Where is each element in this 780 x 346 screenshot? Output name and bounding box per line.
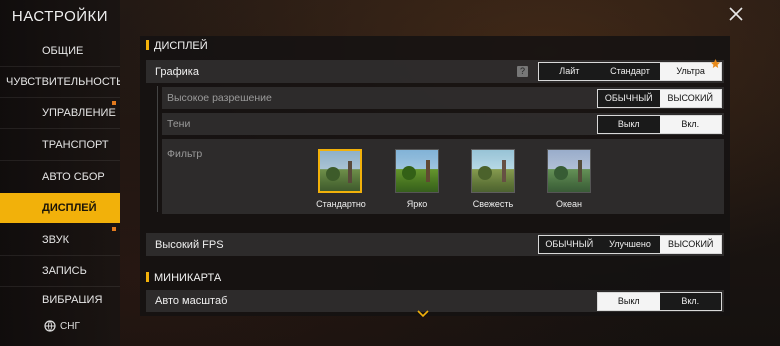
auto-scale-option-off[interactable]: Выкл	[598, 293, 660, 310]
tree-graphic	[402, 166, 416, 180]
section-header-display: ДИСПЛЕЙ	[146, 40, 726, 60]
graphics-option-lite[interactable]: Лайт	[539, 63, 600, 80]
notification-dot	[112, 227, 116, 231]
graphics-label: Графика	[155, 66, 199, 78]
sub-settings-guide	[157, 86, 158, 212]
sidebar-item-vibration[interactable]: ВИБРАЦИЯ	[0, 289, 120, 303]
high-fps-selector: ОБЫЧНЫЙ Улучшено ВЫСОКИЙ	[538, 235, 722, 254]
high-res-option-normal[interactable]: ОБЫЧНЫЙ	[598, 90, 660, 107]
graphics-quality-selector: Лайт Стандарт Ультра	[538, 62, 722, 81]
tower-graphic	[426, 160, 430, 182]
filter-label: Фильтр	[167, 148, 203, 160]
sidebar-item-label: ЗАПИСЬ	[42, 265, 87, 277]
filter-thumb-standard[interactable]	[318, 149, 362, 193]
section-title: ДИСПЛЕЙ	[154, 40, 208, 52]
filter-label-fresh: Свежесть	[472, 199, 514, 209]
sidebar-item-label: АВТО СБОР	[42, 171, 105, 183]
tree-graphic	[554, 166, 568, 180]
high-res-option-high[interactable]: ВЫСОКИЙ	[659, 90, 721, 107]
sidebar-item-label: ОБЩИЕ	[42, 45, 84, 57]
filter-thumb-bright[interactable]	[395, 149, 439, 193]
chevron-down-icon[interactable]	[417, 310, 429, 318]
section-header-minimap: МИНИКАРТА	[146, 272, 726, 292]
fps-option-improved[interactable]: Улучшено	[600, 236, 661, 253]
high-fps-label: Высокий FPS	[155, 239, 224, 251]
region-label: СНГ	[60, 321, 80, 332]
filter-label-bright: Ярко	[406, 199, 428, 209]
high-res-label: Высокое разрешение	[167, 92, 272, 104]
shadows-label: Тени	[167, 118, 191, 130]
auto-scale-option-on[interactable]: Вкл.	[660, 293, 722, 310]
graphics-option-standard[interactable]: Стандарт	[600, 63, 661, 80]
section-title: МИНИКАРТА	[154, 272, 222, 284]
sidebar-item-label: УПРАВЛЕНИЕ	[42, 107, 116, 119]
tree-graphic	[326, 167, 340, 181]
close-icon[interactable]	[726, 4, 746, 24]
sidebar-item-label: ВИБРАЦИЯ	[42, 294, 103, 303]
shadows-toggle: Выкл Вкл.	[597, 115, 722, 134]
shadows-option-on[interactable]: Вкл.	[659, 116, 721, 133]
notification-dot	[112, 101, 116, 105]
tower-graphic	[502, 160, 506, 182]
sidebar-item-label: ЧУВСТВИТЕЛЬНОСТЬ	[6, 76, 120, 88]
fps-option-normal[interactable]: ОБЫЧНЫЙ	[539, 236, 600, 253]
sidebar-item-sound[interactable]: ЗВУК	[0, 225, 120, 255]
section-accent-bar	[146, 272, 149, 282]
sidebar-item-sensitivity[interactable]: ЧУВСТВИТЕЛЬНОСТЬ	[0, 67, 120, 97]
auto-scale-toggle: Выкл Вкл.	[597, 292, 722, 311]
region-selector[interactable]: СНГ	[44, 320, 80, 332]
filter-thumb-fresh[interactable]	[471, 149, 515, 193]
auto-scale-label: Авто масштаб	[155, 295, 228, 307]
tree-graphic	[478, 166, 492, 180]
high-res-selector: ОБЫЧНЫЙ ВЫСОКИЙ	[597, 89, 722, 108]
flame-icon	[711, 59, 720, 68]
help-icon[interactable]: ?	[517, 66, 528, 77]
divider	[0, 128, 120, 129]
filter-thumb-ocean[interactable]	[547, 149, 591, 193]
divider	[0, 286, 120, 287]
globe-icon	[44, 320, 56, 332]
filter-label-standard: Стандартно	[316, 199, 366, 209]
sidebar-item-auto-pickup[interactable]: АВТО СБОР	[0, 162, 120, 192]
shadows-option-off[interactable]: Выкл	[598, 116, 660, 133]
sidebar-item-label: ЗВУК	[42, 234, 70, 246]
settings-sidebar: НАСТРОЙКИ ОБЩИЕ ЧУВСТВИТЕЛЬНОСТЬ УПРАВЛЕ…	[0, 0, 120, 346]
sidebar-item-general[interactable]: ОБЩИЕ	[0, 36, 120, 66]
sidebar-item-record[interactable]: ЗАПИСЬ	[0, 256, 120, 286]
tower-graphic	[348, 161, 352, 183]
divider	[0, 160, 120, 161]
fps-option-high[interactable]: ВЫСОКИЙ	[660, 236, 722, 253]
sidebar-item-controls[interactable]: УПРАВЛЕНИЕ	[0, 98, 120, 128]
sidebar-item-display[interactable]: ДИСПЛЕЙ	[0, 193, 120, 223]
section-accent-bar	[146, 40, 149, 50]
sidebar-item-label: ДИСПЛЕЙ	[42, 202, 97, 214]
sidebar-item-label: ТРАНСПОРТ	[42, 139, 109, 151]
filter-label-ocean: Океан	[555, 199, 583, 209]
sidebar-item-vehicle[interactable]: ТРАНСПОРТ	[0, 130, 120, 160]
tower-graphic	[578, 160, 582, 182]
settings-title: НАСТРОЙКИ	[11, 8, 109, 25]
